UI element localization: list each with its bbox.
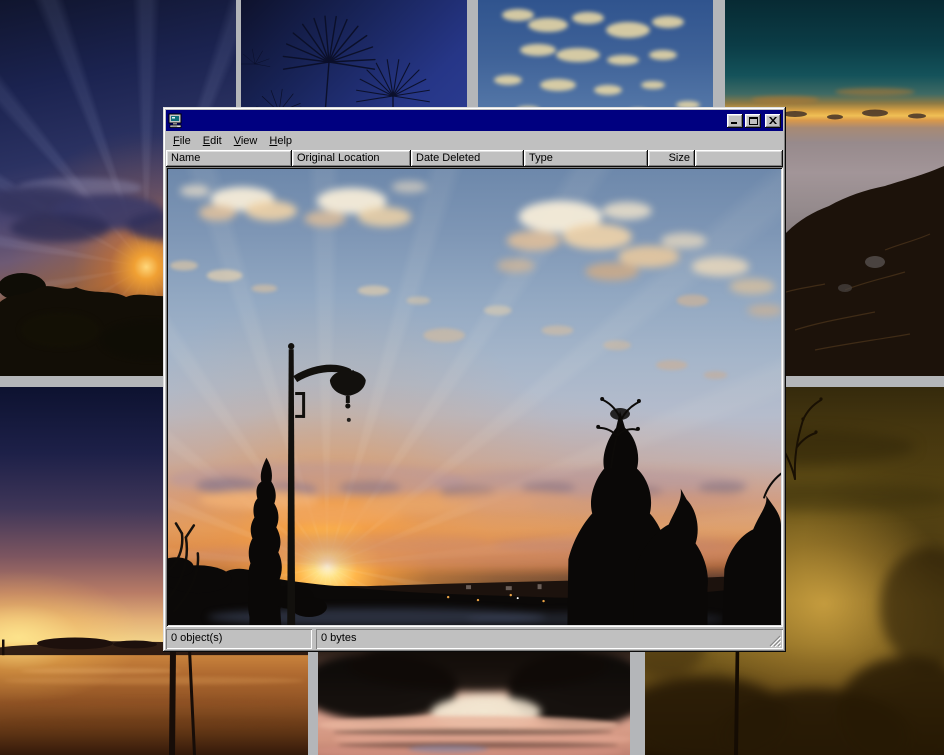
status-objects: 0 object(s) bbox=[166, 629, 312, 649]
maximize-button[interactable] bbox=[745, 114, 761, 128]
sunset-lamp-photo bbox=[168, 169, 781, 625]
status-bar: 0 object(s) 0 bytes bbox=[166, 629, 783, 649]
column-header-name[interactable]: Name bbox=[166, 150, 292, 167]
close-icon bbox=[769, 117, 777, 124]
column-header-size[interactable]: Size bbox=[648, 150, 695, 167]
desktop: File Edit View Help Name Original Locati… bbox=[0, 0, 944, 755]
window-titlebar[interactable] bbox=[166, 110, 783, 131]
maximize-icon bbox=[749, 117, 758, 125]
recycle-bin-window: File Edit View Help Name Original Locati… bbox=[163, 107, 786, 652]
column-header-filler[interactable] bbox=[695, 150, 783, 167]
menu-edit[interactable]: Edit bbox=[197, 133, 228, 149]
computer-icon bbox=[168, 113, 184, 129]
column-header-original-location[interactable]: Original Location bbox=[292, 150, 411, 167]
minimize-button[interactable] bbox=[727, 114, 743, 128]
status-bytes: 0 bytes bbox=[321, 632, 356, 644]
window-controls bbox=[727, 114, 781, 128]
menu-view[interactable]: View bbox=[228, 133, 264, 149]
column-headers: Name Original Location Date Deleted Type… bbox=[166, 150, 783, 167]
menu-help[interactable]: Help bbox=[263, 133, 298, 149]
close-button[interactable] bbox=[765, 114, 781, 128]
minimize-icon bbox=[731, 117, 739, 124]
menu-bar: File Edit View Help bbox=[166, 131, 783, 150]
resize-grip-icon[interactable] bbox=[769, 635, 781, 647]
file-list-area[interactable] bbox=[166, 167, 783, 627]
status-bytes-panel: 0 bytes bbox=[316, 629, 783, 649]
menu-file[interactable]: File bbox=[167, 133, 197, 149]
column-header-date-deleted[interactable]: Date Deleted bbox=[411, 150, 524, 167]
column-header-type[interactable]: Type bbox=[524, 150, 648, 167]
